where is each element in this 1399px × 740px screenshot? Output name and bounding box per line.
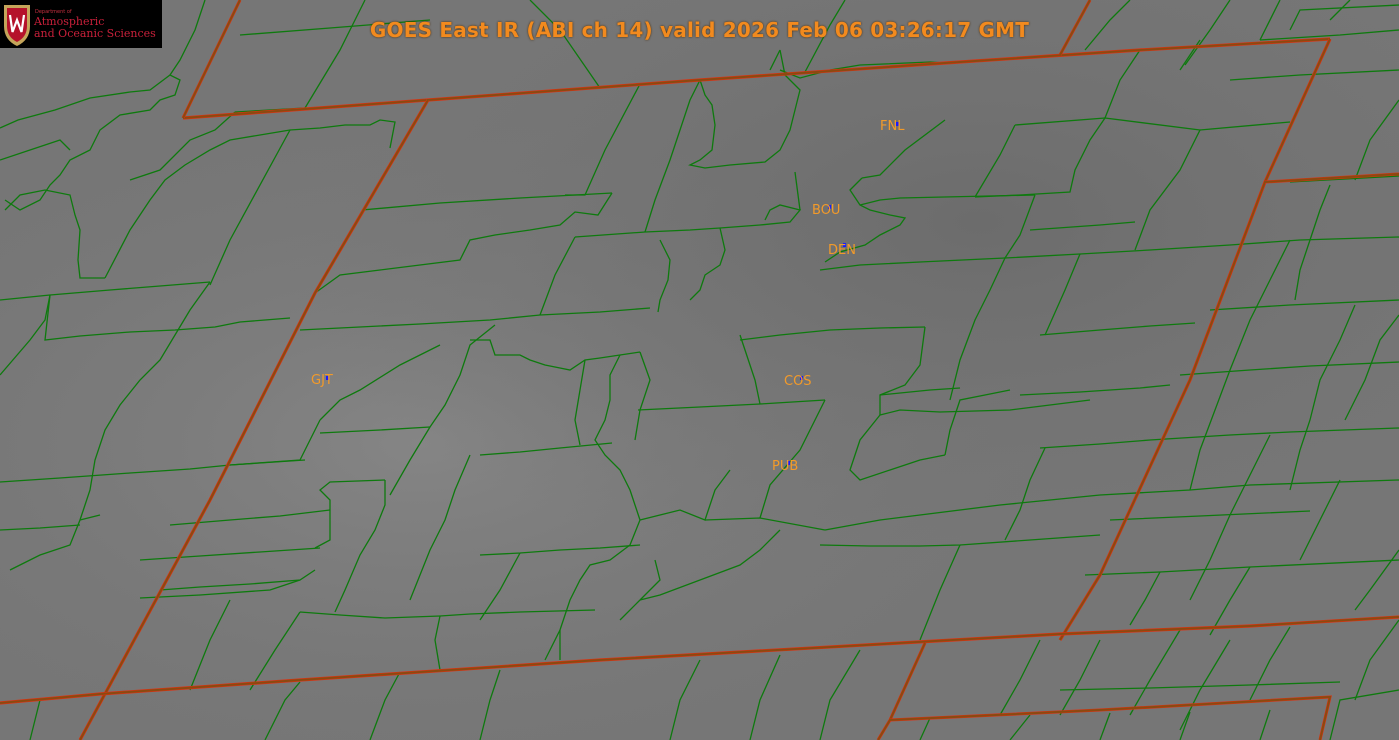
aos-logo[interactable]: Department of Atmospheric and Oceanic Sc… xyxy=(0,0,162,48)
map-title: GOES East IR (ABI ch 14) valid 2026 Feb … xyxy=(369,18,1030,42)
station-label-gjt: GJT xyxy=(311,373,333,388)
station-label-bou: BOU xyxy=(812,203,841,218)
station-label-pub: PUB xyxy=(772,459,799,474)
station-label-den: DEN xyxy=(828,243,856,258)
logo-name-line2: and Oceanic Sciences xyxy=(34,27,156,40)
uw-crest-icon xyxy=(4,5,30,46)
station-label-fnl: FNL xyxy=(880,119,905,134)
station-label-cos: COS xyxy=(784,374,812,389)
satellite-map xyxy=(0,0,1399,740)
